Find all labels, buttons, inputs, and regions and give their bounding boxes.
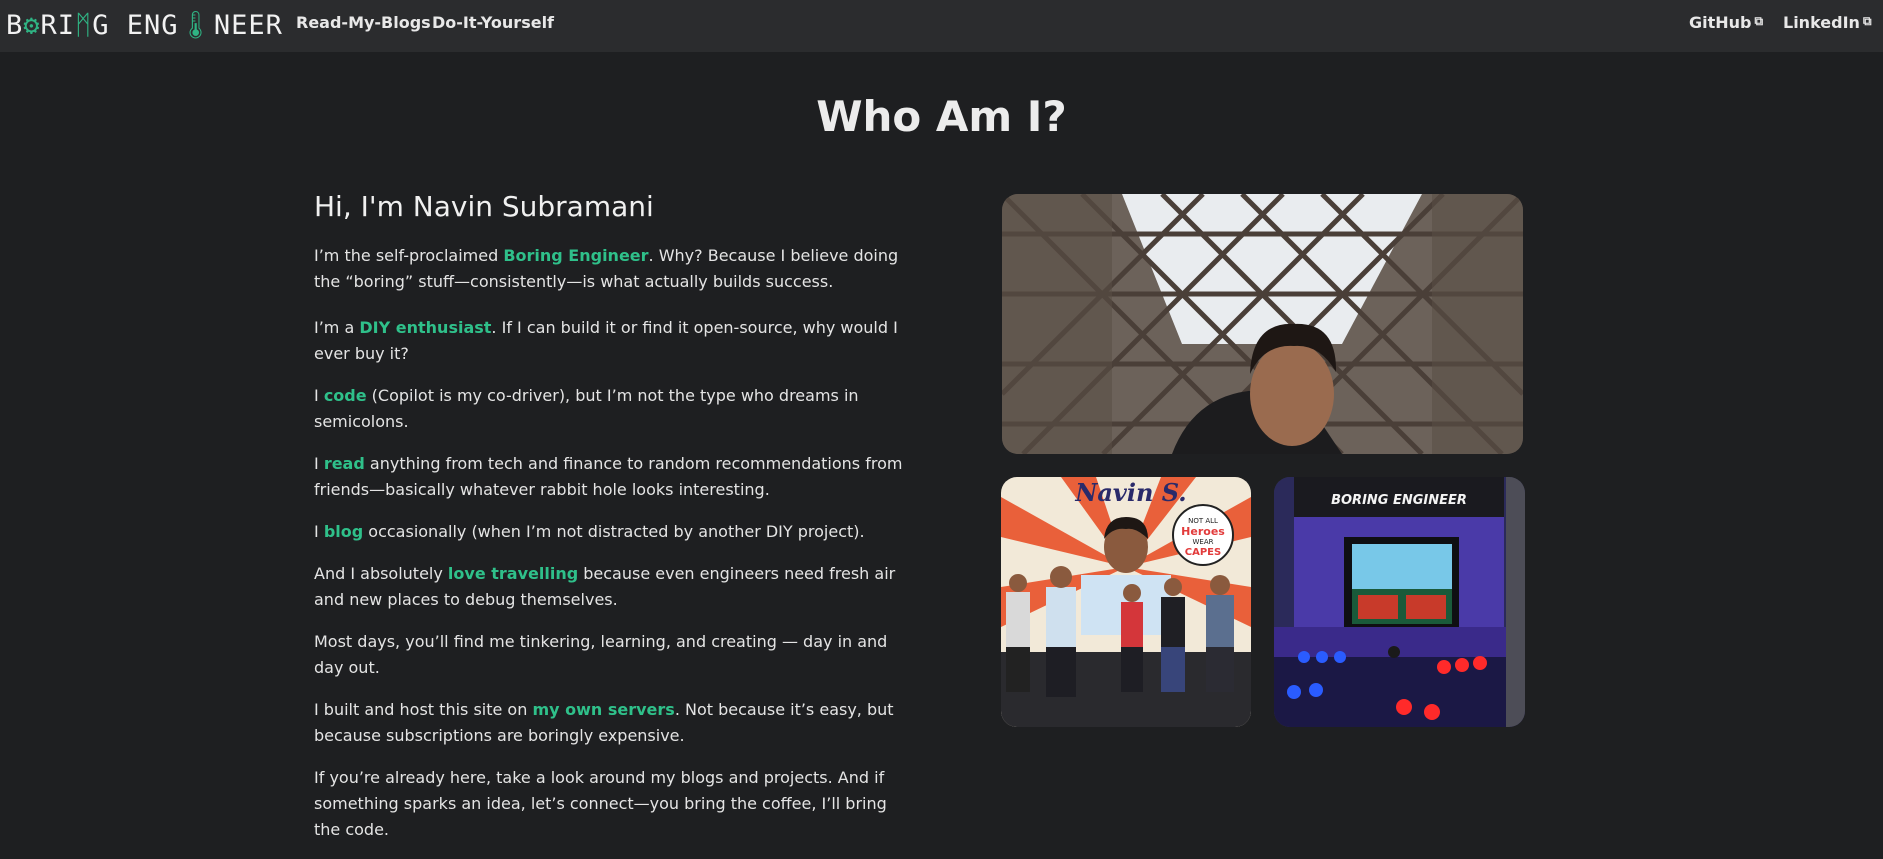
nav-github[interactable]: GitHub ⧉ (1689, 13, 1763, 32)
github-label: GitHub (1689, 13, 1752, 32)
text: anything from tech and finance to random… (314, 454, 903, 499)
thermometer-icon: 🌡 (178, 10, 214, 41)
logo-text-mid2: G ENG (92, 9, 179, 41)
stage-banner-name: Navin S. (1074, 478, 1186, 507)
bio-paragraph: I read anything from tech and finance to… (314, 451, 914, 503)
bio-paragraph: I built and host this site on my own ser… (314, 697, 914, 749)
bio-paragraph: And I absolutely love travelling because… (314, 561, 914, 613)
site-logo[interactable]: B ⚙ RI ᛗ G ENG 🌡 NEER (6, 8, 283, 42)
text: I (314, 454, 324, 473)
logo-text-mid: RI (40, 9, 76, 41)
external-link-icon: ⧉ (1754, 14, 1764, 28)
logo-n-icon: ᛗ (75, 9, 93, 41)
text: And I absolutely (314, 564, 448, 583)
text: I (314, 386, 324, 405)
eiffel-tower-selfie-photo (1002, 194, 1523, 454)
stage-badge-line3: WEAR (1193, 538, 1214, 546)
bio-section: Hi, I'm Navin Subramani I’m the self-pro… (314, 190, 914, 859)
bio-paragraph: I blog occasionally (when I’m not distra… (314, 519, 914, 545)
logo-text-start: B (6, 9, 24, 41)
highlight-code: code (323, 386, 367, 405)
bio-paragraph: I’m the self-proclaimed Boring Engineer.… (314, 243, 914, 295)
stage-badge-line1: NOT ALL (1188, 517, 1218, 525)
nav-linkedin[interactable]: LinkedIn ⧉ (1783, 13, 1872, 32)
nav-do-it-yourself[interactable]: Do-It-Yourself (432, 13, 554, 32)
bio-paragraph: I’m a DIY enthusiast. If I can build it … (314, 315, 914, 367)
text: occasionally (when I’m not distracted by… (363, 522, 865, 541)
arcade-cabinet-photo: BORING ENGINEER (1274, 477, 1525, 727)
highlight-servers: my own servers (532, 700, 675, 719)
highlight-travelling: love travelling (447, 564, 579, 583)
stage-badge-line4: CAPES (1185, 547, 1221, 558)
arcade-marquee-text: BORING ENGINEER (1331, 493, 1467, 508)
bio-paragraph: If you’re already here, take a look arou… (314, 768, 887, 839)
highlight-boring-engineer: Boring Engineer (503, 246, 649, 265)
highlight-read: read (323, 454, 365, 473)
logo-text-end: NEER (213, 9, 283, 41)
gear-icon: ⚙ (23, 9, 41, 41)
stage-award-photo: NOT ALL Heroes WEAR CAPES Navin S. (1001, 477, 1251, 727)
highlight-diy: DIY enthusiast (359, 318, 492, 337)
page-title: Who Am I? (816, 92, 1067, 141)
text: I (314, 522, 324, 541)
bio-paragraph: Most days, you’ll find me tinkering, lea… (314, 632, 888, 677)
text: I’m a (314, 318, 360, 337)
text: I’m the self-proclaimed (314, 246, 504, 265)
linkedin-label: LinkedIn (1783, 13, 1860, 32)
highlight-blog: blog (323, 522, 364, 541)
nav-read-my-blogs[interactable]: Read-My-Blogs (296, 13, 431, 32)
stage-badge-line2: Heroes (1181, 525, 1225, 538)
text: (Copilot is my co-driver), but I’m not t… (314, 386, 859, 431)
external-link-icon: ⧉ (1862, 14, 1872, 28)
text: I built and host this site on (314, 700, 533, 719)
bio-paragraph: I code (Copilot is my co-driver), but I’… (314, 383, 914, 435)
bio-heading: Hi, I'm Navin Subramani (314, 190, 654, 223)
top-navbar: B ⚙ RI ᛗ G ENG 🌡 NEER Read-My-Blogs Do-I… (0, 0, 1883, 52)
